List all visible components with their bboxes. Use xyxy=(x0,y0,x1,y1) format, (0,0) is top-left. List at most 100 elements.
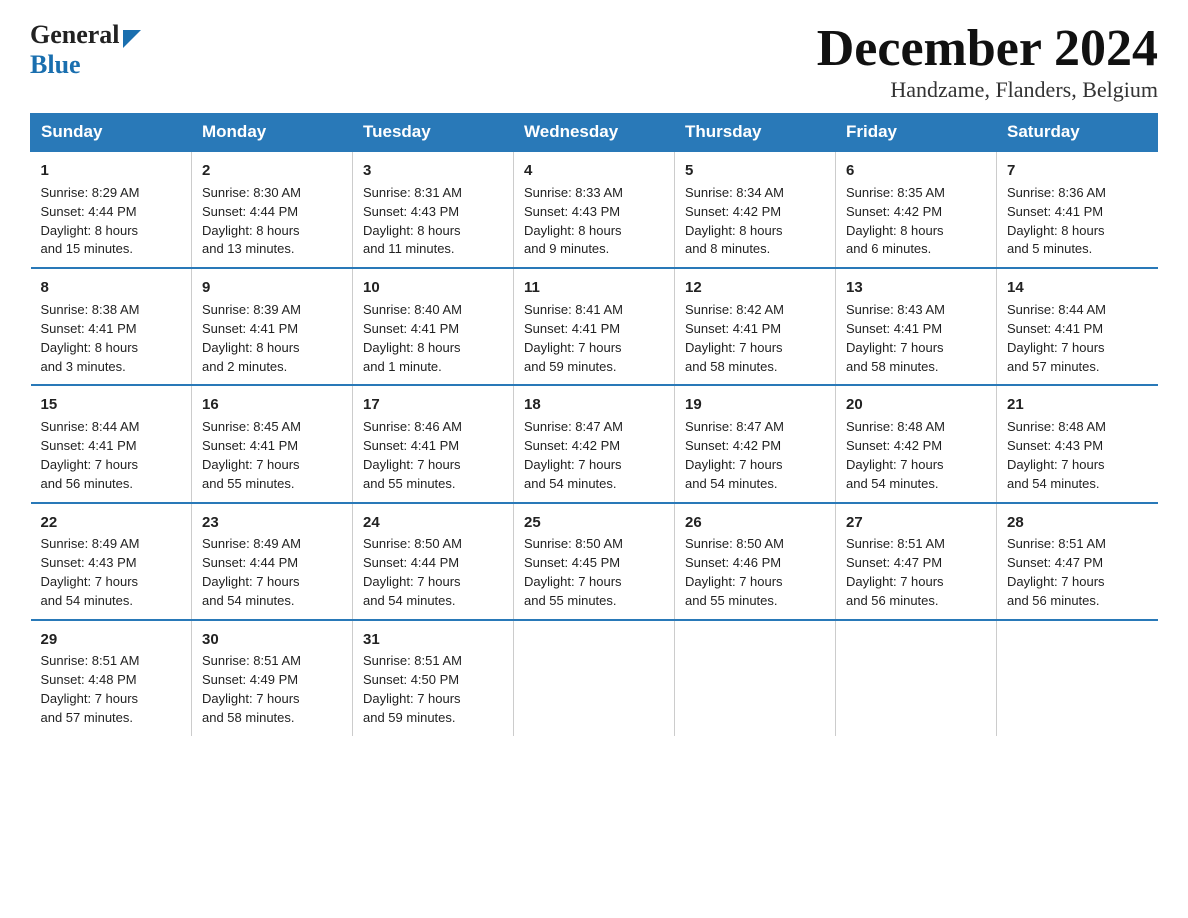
day-info-line: Sunset: 4:42 PM xyxy=(846,437,986,456)
day-info-line: Sunset: 4:41 PM xyxy=(524,320,664,339)
calendar-cell: 3Sunrise: 8:31 AMSunset: 4:43 PMDaylight… xyxy=(353,151,514,268)
day-info-line: Daylight: 8 hours xyxy=(41,222,182,241)
day-info-line: Daylight: 7 hours xyxy=(363,456,503,475)
day-info-line: and 6 minutes. xyxy=(846,240,986,259)
day-number: 28 xyxy=(1007,512,1148,534)
day-info-line: and 54 minutes. xyxy=(41,592,182,611)
calendar-cell: 2Sunrise: 8:30 AMSunset: 4:44 PMDaylight… xyxy=(192,151,353,268)
day-number: 11 xyxy=(524,277,664,299)
day-info-line: and 8 minutes. xyxy=(685,240,825,259)
day-number: 9 xyxy=(202,277,342,299)
header-day-friday: Friday xyxy=(836,114,997,152)
day-info-line: Sunset: 4:44 PM xyxy=(41,203,182,222)
day-info-line: Daylight: 8 hours xyxy=(363,222,503,241)
day-info-line: Sunset: 4:41 PM xyxy=(202,320,342,339)
day-info-line: Daylight: 8 hours xyxy=(202,339,342,358)
calendar-cell: 9 Sunrise: 8:39 AMSunset: 4:41 PMDaylight… xyxy=(192,268,353,385)
day-info-line: Sunrise: 8:41 AM xyxy=(524,301,664,320)
day-info-line: Sunset: 4:41 PM xyxy=(202,437,342,456)
day-info-line: and 57 minutes. xyxy=(1007,358,1148,377)
day-number: 6 xyxy=(846,160,986,182)
day-info-line: Sunrise: 8:45 AM xyxy=(202,418,342,437)
day-info-line: Daylight: 7 hours xyxy=(363,573,503,592)
day-info-line: Sunset: 4:42 PM xyxy=(685,437,825,456)
day-info-line: Sunrise: 8:36 AM xyxy=(1007,184,1148,203)
day-number: 2 xyxy=(202,160,342,182)
logo-general-text: General xyxy=(30,20,120,50)
day-info-line: Sunrise: 8:44 AM xyxy=(41,418,182,437)
calendar-cell: 18Sunrise: 8:47 AMSunset: 4:42 PMDayligh… xyxy=(514,385,675,502)
day-info-line: and 11 minutes. xyxy=(363,240,503,259)
day-info-line: Sunset: 4:46 PM xyxy=(685,554,825,573)
day-info-line: and 58 minutes. xyxy=(846,358,986,377)
day-info-line: and 59 minutes. xyxy=(524,358,664,377)
day-info-line: Sunrise: 8:50 AM xyxy=(524,535,664,554)
day-number: 29 xyxy=(41,629,182,651)
calendar-cell: 13Sunrise: 8:43 AMSunset: 4:41 PMDayligh… xyxy=(836,268,997,385)
day-number: 16 xyxy=(202,394,342,416)
header-day-sunday: Sunday xyxy=(31,114,192,152)
calendar-cell: 4Sunrise: 8:33 AMSunset: 4:43 PMDaylight… xyxy=(514,151,675,268)
calendar-cell: 19Sunrise: 8:47 AMSunset: 4:42 PMDayligh… xyxy=(675,385,836,502)
day-info-line: Daylight: 7 hours xyxy=(685,573,825,592)
calendar-cell: 30Sunrise: 8:51 AMSunset: 4:49 PMDayligh… xyxy=(192,620,353,736)
day-number: 24 xyxy=(363,512,503,534)
calendar-cell: 8Sunrise: 8:38 AMSunset: 4:41 PMDaylight… xyxy=(31,268,192,385)
day-info-line: Sunrise: 8:33 AM xyxy=(524,184,664,203)
day-info-line: Daylight: 7 hours xyxy=(41,456,182,475)
day-info-line: Sunset: 4:42 PM xyxy=(524,437,664,456)
day-info-line: Sunrise: 8:50 AM xyxy=(685,535,825,554)
day-number: 15 xyxy=(41,394,182,416)
day-info-line: and 55 minutes. xyxy=(363,475,503,494)
header-day-tuesday: Tuesday xyxy=(353,114,514,152)
day-info-line: Sunrise: 8:49 AM xyxy=(202,535,342,554)
day-info-line: Sunset: 4:42 PM xyxy=(846,203,986,222)
day-number: 31 xyxy=(363,629,503,651)
day-info-line: Sunset: 4:41 PM xyxy=(41,437,182,456)
logo: General Blue xyxy=(30,20,141,80)
day-number: 19 xyxy=(685,394,825,416)
calendar-cell xyxy=(836,620,997,736)
day-info-line: Sunset: 4:44 PM xyxy=(202,203,342,222)
day-info-line: Daylight: 7 hours xyxy=(524,573,664,592)
day-info-line: Sunrise: 8:49 AM xyxy=(41,535,182,554)
day-info-line: Sunset: 4:48 PM xyxy=(41,671,182,690)
day-info-line: Daylight: 8 hours xyxy=(685,222,825,241)
day-info-line: and 58 minutes. xyxy=(685,358,825,377)
day-info-line: Daylight: 7 hours xyxy=(363,690,503,709)
day-info-line: Sunrise: 8:39 AM xyxy=(202,301,342,320)
calendar-cell xyxy=(997,620,1158,736)
day-number: 21 xyxy=(1007,394,1148,416)
day-info-line: Daylight: 7 hours xyxy=(202,690,342,709)
calendar-cell: 28Sunrise: 8:51 AMSunset: 4:47 PMDayligh… xyxy=(997,503,1158,620)
day-info-line: and 55 minutes. xyxy=(685,592,825,611)
calendar-cell: 21Sunrise: 8:48 AMSunset: 4:43 PMDayligh… xyxy=(997,385,1158,502)
day-info-line: Sunrise: 8:51 AM xyxy=(1007,535,1148,554)
day-info-line: Sunrise: 8:29 AM xyxy=(41,184,182,203)
day-info-line: Daylight: 7 hours xyxy=(846,573,986,592)
day-info-line: Daylight: 8 hours xyxy=(846,222,986,241)
day-info-line: and 55 minutes. xyxy=(202,475,342,494)
day-number: 12 xyxy=(685,277,825,299)
day-info-line: Sunset: 4:41 PM xyxy=(363,437,503,456)
day-info-line: and 2 minutes. xyxy=(202,358,342,377)
day-number: 22 xyxy=(41,512,182,534)
week-row-3: 15Sunrise: 8:44 AMSunset: 4:41 PMDayligh… xyxy=(31,385,1158,502)
day-info-line: Daylight: 8 hours xyxy=(524,222,664,241)
day-number: 14 xyxy=(1007,277,1148,299)
day-info-line: Sunset: 4:43 PM xyxy=(363,203,503,222)
day-info-line: and 1 minute. xyxy=(363,358,503,377)
day-info-line: Sunrise: 8:47 AM xyxy=(524,418,664,437)
day-info-line: Sunrise: 8:30 AM xyxy=(202,184,342,203)
calendar-cell: 23Sunrise: 8:49 AMSunset: 4:44 PMDayligh… xyxy=(192,503,353,620)
day-number: 20 xyxy=(846,394,986,416)
header-day-wednesday: Wednesday xyxy=(514,114,675,152)
day-info-line: and 56 minutes. xyxy=(1007,592,1148,611)
day-info-line: Sunset: 4:44 PM xyxy=(363,554,503,573)
day-info-line: Sunset: 4:41 PM xyxy=(685,320,825,339)
calendar-cell: 14Sunrise: 8:44 AMSunset: 4:41 PMDayligh… xyxy=(997,268,1158,385)
day-info-line: Sunrise: 8:44 AM xyxy=(1007,301,1148,320)
day-info-line: Sunset: 4:49 PM xyxy=(202,671,342,690)
week-row-2: 8Sunrise: 8:38 AMSunset: 4:41 PMDaylight… xyxy=(31,268,1158,385)
header-day-monday: Monday xyxy=(192,114,353,152)
